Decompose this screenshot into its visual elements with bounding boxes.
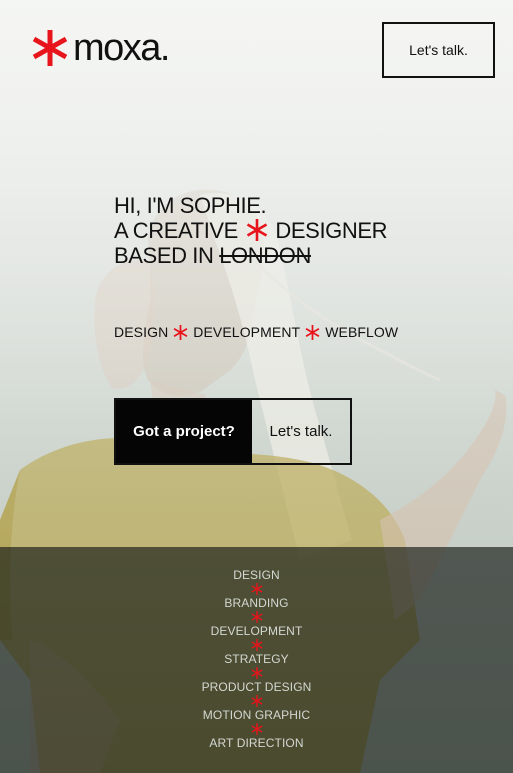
got-a-project-button[interactable]: Got a project?: [116, 400, 252, 463]
hero-cta-group: Got a project? Let's talk.: [114, 398, 352, 465]
skills-list: DESIGN BRANDING DEVELOPMENT STRATEGY PRO…: [0, 568, 513, 750]
headline-line-1: HI, I'M SOPHIE.: [114, 193, 267, 218]
asterisk-icon: [246, 219, 267, 241]
asterisk-icon: [250, 667, 263, 679]
asterisk-icon: [250, 639, 263, 651]
skill-item: BRANDING: [224, 596, 289, 610]
brand-logo[interactable]: moxa.: [30, 27, 170, 69]
asterisk-icon: [250, 723, 263, 735]
asterisk-icon: [250, 611, 263, 623]
skill-item: DEVELOPMENT: [210, 624, 303, 638]
lets-talk-nav-button[interactable]: Let's talk.: [382, 22, 495, 78]
skill-item: STRATEGY: [224, 652, 289, 666]
service-item: DEVELOPMENT: [193, 324, 301, 340]
asterisk-icon: [305, 324, 320, 340]
skill-separator: [0, 694, 513, 708]
asterisk-icon: [173, 324, 188, 340]
hero-headline: HI, I'M SOPHIE. A CREATIVE DESIGNER BASE…: [114, 193, 434, 268]
skill-separator: [0, 638, 513, 652]
headline-line-3-start: BASED IN: [114, 243, 214, 268]
asterisk-icon: [250, 695, 263, 707]
service-item: WEBFLOW: [325, 324, 399, 340]
skill-separator: [0, 722, 513, 736]
headline-line-2-end: DESIGNER: [275, 218, 388, 243]
services-list: DESIGN DEVELOPMENT WEBFLOW: [114, 324, 398, 340]
asterisk-logo-icon: [32, 30, 68, 66]
brand-name: moxa.: [73, 27, 170, 69]
struck-city: LONDON: [219, 243, 311, 268]
asterisk-icon: [250, 583, 263, 595]
lets-talk-button[interactable]: Let's talk.: [252, 400, 350, 463]
skill-separator: [0, 582, 513, 596]
headline-line-2: A CREATIVE DESIGNER: [114, 218, 434, 243]
headline-line-2-start: A CREATIVE: [114, 218, 238, 243]
skill-separator: [0, 610, 513, 624]
skill-item: DESIGN: [233, 568, 280, 582]
skill-separator: [0, 666, 513, 680]
skill-item: ART DIRECTION: [209, 736, 304, 750]
skill-item: PRODUCT DESIGN: [201, 680, 312, 694]
headline-line-3: BASED IN LONDON: [114, 243, 434, 268]
service-item: DESIGN: [114, 324, 169, 340]
skill-item: MOTION GRAPHIC: [202, 708, 311, 722]
